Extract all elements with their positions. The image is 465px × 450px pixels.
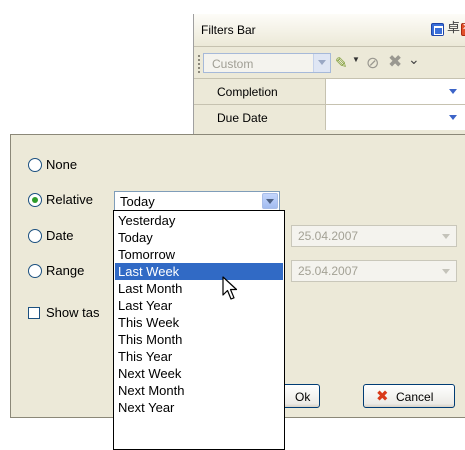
filter-row-due-date[interactable]: Due Date [194,104,465,130]
ok-button-label: Ok [295,390,311,404]
edit-filter-icon[interactable]: ✎ [335,54,348,72]
relative-period-select[interactable]: Today [114,191,280,211]
caret-down-icon[interactable]: ▼ [352,55,360,64]
filters-bar-titlebar: Filters Bar 卓 [194,14,465,47]
chevron-down-icon[interactable] [446,109,460,125]
filter-row-value[interactable] [326,79,465,104]
chevron-down-icon [438,263,454,279]
filter-row-value[interactable] [326,105,465,130]
dropdown-item-next-year[interactable]: Next Year [115,399,283,416]
relative-period-dropdown-list: Yesterday Today Tomorrow Last Week Last … [113,210,285,450]
range-field: 25.04.2007 [291,260,457,282]
cancel-icon: ✖ [376,388,389,405]
toolbar-overflow-icon[interactable]: ⌄ [408,51,420,68]
chevron-down-icon[interactable] [446,83,460,99]
dropdown-item-next-week[interactable]: Next Week [115,365,283,382]
relative-period-value: Today [120,194,155,209]
filters-bar-panel: Filters Bar 卓 Custom ✎ ▼ ⊘ ✖ ⌄ Completio… [193,14,465,134]
delete-icon[interactable]: ✖ [388,52,402,72]
show-tasks-label[interactable]: Show tas [46,305,99,320]
radio-range[interactable] [28,264,42,278]
radio-range-label[interactable]: Range [46,263,84,278]
date-field-value: 25.04.2007 [298,229,359,243]
dropdown-item-last-month[interactable]: Last Month [115,280,283,297]
mouse-pointer-icon [222,276,238,300]
range-field-value: 25.04.2007 [298,264,359,278]
filters-bar-title: Filters Bar [201,23,256,37]
dock-icon[interactable] [431,23,444,36]
filter-row-completion[interactable]: Completion [194,78,465,104]
dropdown-item-this-week[interactable]: This Week [115,314,283,331]
chevron-down-icon[interactable] [313,54,330,72]
toolbar-grip[interactable] [198,55,200,73]
dropdown-item-last-week[interactable]: Last Week [115,263,283,280]
cancel-button[interactable]: ✖ Cancel [363,384,455,408]
filter-row-label: Completion [194,79,326,104]
radio-none-label[interactable]: None [46,157,77,172]
radio-relative-label[interactable]: Relative [46,192,93,207]
dropdown-item-yesterday[interactable]: Yesterday [115,212,283,229]
dropdown-item-tomorrow[interactable]: Tomorrow [115,246,283,263]
date-field: 25.04.2007 [291,225,457,247]
dropdown-item-last-year[interactable]: Last Year [115,297,283,314]
dropdown-item-this-year[interactable]: This Year [115,348,283,365]
filters-bar-toolbar: Custom ✎ ▼ ⊘ ✖ ⌄ [194,47,465,77]
eraser-icon[interactable]: ⊘ [366,53,379,73]
show-tasks-checkbox[interactable] [28,307,40,319]
radio-none[interactable] [28,158,42,172]
filter-preset-value: Custom [212,57,254,71]
pin-icon[interactable]: 卓 [447,21,460,35]
close-icon[interactable] [461,22,465,36]
radio-relative[interactable] [28,193,42,207]
dropdown-item-this-month[interactable]: This Month [115,331,283,348]
filter-preset-select[interactable]: Custom [203,53,331,73]
chevron-down-icon [438,228,454,244]
dropdown-item-today[interactable]: Today [115,229,283,246]
filter-row-label: Due Date [194,105,326,130]
cancel-button-label: Cancel [396,390,434,404]
radio-date-label[interactable]: Date [46,228,73,243]
dropdown-item-next-month[interactable]: Next Month [115,382,283,399]
radio-date[interactable] [28,229,42,243]
chevron-down-icon[interactable] [262,193,278,209]
